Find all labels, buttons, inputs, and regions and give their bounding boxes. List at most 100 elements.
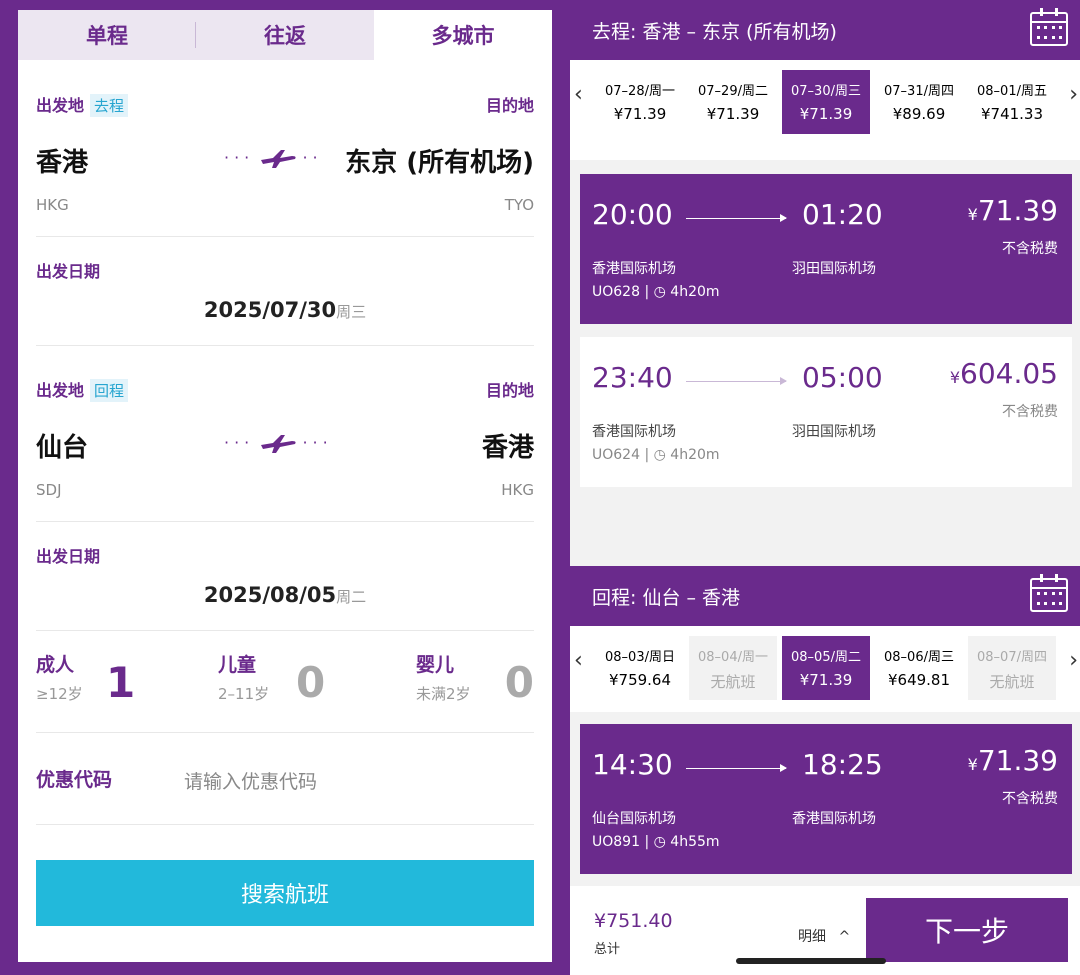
chevron-left-icon[interactable]: ‹: [574, 648, 583, 673]
date-option-price: ¥89.69: [892, 105, 946, 123]
leg2-codes: SDJ HKG: [36, 481, 534, 503]
chevron-left-icon[interactable]: ‹: [574, 82, 583, 107]
chevron-right-icon[interactable]: ›: [1069, 648, 1078, 673]
leg1-codes: HKG TYO: [36, 196, 534, 218]
arrow-icon: [686, 764, 787, 772]
infant-selector[interactable]: 婴儿 未满2岁 0: [416, 650, 534, 707]
date-option-price: ¥759.64: [608, 671, 672, 689]
flight-card[interactable]: 14:30 18:25 ¥71.39 不含税费 仙台国际机场 香港国际机场 UO891 | …: [580, 724, 1072, 874]
next-step-button[interactable]: 下一步: [866, 898, 1068, 962]
leg1-labels: 出发地 去程 目的地: [36, 92, 534, 117]
trip-type-tabs: 单程 往返 多城市: [18, 10, 552, 60]
tax-note: 不含税费: [1002, 404, 1058, 420]
date-option[interactable]: 07–30/周三 ¥71.39: [782, 70, 870, 134]
date-option[interactable]: 08–03/周日 ¥759.64: [596, 636, 684, 700]
leg2-to-city[interactable]: 香港: [482, 427, 534, 464]
outbound-title: 去程: 香港 – 东京 (所有机场): [592, 20, 837, 43]
flight-number: UO628: [592, 284, 640, 300]
adult-selector[interactable]: 成人 ≥12岁 1: [36, 650, 135, 707]
calendar-icon[interactable]: [1030, 8, 1068, 46]
date-option[interactable]: 08–05/周二 ¥71.39: [782, 636, 870, 700]
child-selector[interactable]: 儿童 2–11岁 0: [218, 650, 348, 707]
date-option[interactable]: 08–06/周三 ¥649.81: [875, 636, 963, 700]
arrival-airport: 香港国际机场: [792, 811, 876, 827]
flight-price: ¥71.39: [968, 744, 1058, 777]
date-option[interactable]: 07–31/周四 ¥89.69: [875, 70, 963, 134]
outbound-date-strip: ‹ 07–28/周一 ¥71.39 07–29/周二 ¥71.39 07–30/周三 ¥7…: [570, 60, 1080, 160]
tab-label: 往返: [264, 24, 306, 48]
passenger-row: 成人 ≥12岁 1 儿童 2–11岁 0 婴儿 未满2岁 0: [36, 650, 534, 720]
search-flights-button[interactable]: 搜索航班: [36, 860, 534, 926]
flight-price: ¥604.05: [950, 357, 1058, 390]
leg2-date-field[interactable]: 2025/08/05周二: [36, 583, 534, 607]
from-label: 出发地: [36, 96, 85, 115]
date-option-day: 07–30/周三: [791, 84, 861, 99]
arrow-icon: [686, 214, 787, 222]
date-option[interactable]: 07–28/周一 ¥71.39: [596, 70, 684, 134]
leg1-from-code: HKG: [36, 196, 69, 214]
clock-icon: ◷: [653, 447, 666, 463]
leg1-weekday: 周三: [336, 303, 367, 321]
search-form-panel: 单程 往返 多城市 出发地 去程 目的地 香港 ··· ·· 东京 (所有机场) …: [18, 10, 552, 962]
leg1-to-city[interactable]: 东京 (所有机场): [345, 142, 534, 179]
clock-icon: ◷: [653, 284, 666, 300]
arrival-time: 18:25: [802, 748, 883, 781]
outbound-header: 去程: 香港 – 东京 (所有机场): [570, 0, 1080, 60]
flight-duration: 4h20m: [670, 447, 720, 463]
arrival-airport: 羽田国际机场: [792, 261, 876, 277]
date-option[interactable]: 07–29/周二 ¥71.39: [689, 70, 777, 134]
tab-label: 单程: [86, 24, 128, 48]
calendar-icon[interactable]: [1030, 574, 1068, 612]
chevron-right-icon[interactable]: ›: [1069, 82, 1078, 107]
date-option-day: 08–04/周一: [698, 650, 768, 665]
arrival-time: 01:20: [802, 198, 883, 231]
adult-age: ≥12岁: [36, 685, 83, 703]
tab-label: 多城市: [431, 24, 495, 48]
leg1-date-label-row: 出发日期: [36, 258, 534, 282]
date-option-day: 07–31/周四: [884, 84, 954, 99]
arrival-time: 05:00: [802, 361, 883, 394]
flight-card[interactable]: 23:40 05:00 ¥604.05 不含税费 香港国际机场 羽田国际机场 UO624 |…: [580, 337, 1072, 487]
dots: ···: [224, 433, 255, 452]
date-option-day: 07–29/周二: [698, 84, 768, 99]
leg1-date-field[interactable]: 2025/07/30周三: [36, 298, 534, 322]
child-count: 0: [296, 658, 326, 707]
price-value: 71.39: [977, 194, 1058, 227]
divider: [36, 521, 534, 522]
date-option-price: 无航班: [989, 673, 1035, 691]
leg1-to-code: TYO: [504, 196, 534, 214]
date-option-price: ¥71.39: [799, 105, 853, 123]
date-option-price: ¥71.39: [613, 105, 667, 123]
tab-one-way[interactable]: 单程: [18, 10, 196, 60]
divider: [36, 345, 534, 346]
price-detail-toggle[interactable]: 明细 ^: [798, 926, 850, 946]
date-label: 出发日期: [36, 262, 101, 281]
to-label: 目的地: [485, 96, 534, 115]
leg2-from-city[interactable]: 仙台: [36, 427, 88, 464]
price-value: 71.39: [977, 744, 1058, 777]
route-connector: ··· ···: [224, 433, 333, 454]
promo-code-input[interactable]: 请输入优惠代码: [184, 767, 317, 794]
departure-airport: 仙台国际机场: [592, 811, 676, 827]
leg1-route: 香港 ··· ·· 东京 (所有机场): [36, 142, 534, 182]
promo-label: 优惠代码: [36, 769, 113, 791]
leg1-from-city[interactable]: 香港: [36, 142, 88, 179]
divider: [36, 630, 534, 631]
divider: [36, 732, 534, 733]
flight-card[interactable]: 20:00 01:20 ¥71.39 不含税费 香港国际机场 羽田国际机场 UO628 | …: [580, 174, 1072, 324]
date-option-day: 07–28/周一: [605, 84, 675, 99]
date-option: 08–04/周一 无航班: [689, 636, 777, 700]
from-label: 出发地: [36, 381, 85, 400]
promo-row: 优惠代码 请输入优惠代码: [36, 765, 534, 795]
child-age: 2–11岁: [218, 685, 270, 703]
price-value: 604.05: [960, 357, 1058, 390]
date-option-price: ¥71.39: [706, 105, 760, 123]
home-indicator: [736, 958, 886, 964]
tab-multi-city[interactable]: 多城市: [374, 10, 552, 60]
divider: [36, 824, 534, 825]
leg2-date-label-row: 出发日期: [36, 543, 534, 567]
tab-round-trip[interactable]: 往返: [196, 10, 374, 60]
date-option[interactable]: 08–01/周五 ¥741.33: [968, 70, 1056, 134]
date-option-price: ¥741.33: [980, 105, 1044, 123]
flight-number: UO624: [592, 447, 640, 463]
